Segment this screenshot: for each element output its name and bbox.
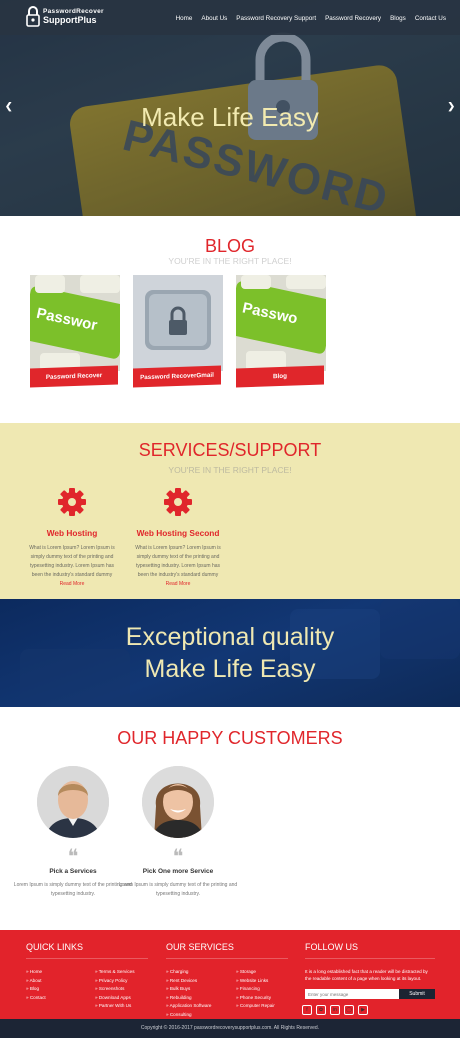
service-description: What is Lorem Ipsum? Lorem Ipsum is simp… — [29, 545, 115, 578]
our-services-heading: OUR SERVICES — [166, 942, 234, 952]
banner-background — [20, 599, 460, 707]
service-title: Web Hosting Second — [136, 528, 220, 538]
newsletter-input[interactable] — [305, 989, 399, 999]
blog-card-image: Passwo — [236, 275, 326, 371]
footer-link[interactable]: Home — [26, 968, 46, 977]
gear-icon — [58, 488, 86, 516]
nav-home[interactable]: Home — [176, 15, 193, 22]
quick-links-list-2: Terms & Services Privacy Policy Screensh… — [95, 968, 135, 1011]
footer-link[interactable]: Phone Security — [236, 994, 275, 1003]
footer-link[interactable]: Computer Repair — [236, 1002, 275, 1011]
blog-title: BLOG — [204, 236, 256, 256]
footer-link[interactable]: Terms & Services — [95, 968, 135, 977]
site-logo[interactable]: PasswordRecover SupportPlus — [26, 4, 104, 28]
blog-subtitle: YOU'RE IN THE RIGHT PLACE! — [168, 256, 292, 266]
blog-card-label: Blog — [236, 365, 324, 388]
newsletter-submit-button[interactable]: Submit — [399, 989, 435, 999]
main-nav: Home About Us Password Recovery Support … — [176, 15, 446, 22]
quick-links-list: Home About Blog Contact — [26, 968, 46, 1002]
hero-title: Make Life Easy — [141, 102, 319, 132]
footer-link[interactable]: Bulk Buys — [166, 985, 211, 994]
nav-contact-us[interactable]: Contact Us — [415, 15, 446, 22]
customer-item: ❝ Pick One more Service Lorem Ipsum is s… — [118, 766, 238, 899]
customer-text: Lorem Ipsum is simply dummy text of the … — [118, 882, 238, 897]
customer-avatar — [37, 766, 109, 838]
youtube-icon[interactable]: ▶ — [358, 1005, 368, 1015]
service-title: Web Hosting — [46, 528, 98, 538]
blog-card[interactable]: Passwo Blog — [236, 275, 326, 395]
quality-line1: Exceptional quality — [125, 623, 335, 651]
footer-link[interactable]: Charging — [166, 968, 211, 977]
footer-link[interactable]: Rebuilding — [166, 994, 211, 1003]
chevron-right-icon[interactable]: ❯ — [447, 101, 455, 112]
footer-link[interactable]: Privacy Policy — [95, 977, 135, 986]
quote-icon: ❝ — [67, 844, 79, 868]
services-title: SERVICES/SUPPORT — [138, 440, 322, 460]
footer-link[interactable]: Download Apps — [95, 994, 135, 1003]
customers-title: OUR HAPPY CUSTOMERS — [117, 728, 343, 748]
site-footer: QUICK LINKS Home About Blog Contact Term… — [0, 930, 460, 1019]
footer-link[interactable]: Contact — [26, 994, 46, 1003]
divider — [305, 958, 435, 959]
read-more-link[interactable]: Read More — [166, 581, 191, 587]
quality-banner: Exceptional quality Make Life Easy — [0, 599, 460, 707]
blog-card[interactable]: Passwor Password Recover — [30, 275, 120, 395]
service-item: Web Hosting What is Lorem Ipsum? Lorem I… — [27, 487, 117, 589]
quote-icon: ❝ — [172, 844, 184, 868]
service-item: Web Hosting Second What is Lorem Ipsum? … — [133, 487, 223, 589]
nav-blogs[interactable]: Blogs — [390, 15, 406, 22]
customer-title: Pick a Services — [49, 868, 97, 875]
follow-us-heading: FOLLOW US — [305, 942, 359, 952]
pinterest-icon[interactable]: ◯ — [344, 1005, 354, 1015]
blog-card-image: Passwor — [30, 275, 120, 371]
gear-icon — [164, 488, 192, 516]
logo-lock-icon — [26, 6, 40, 27]
service-description: What is Lorem Ipsum? Lorem Ipsum is simp… — [135, 545, 221, 578]
services-list-2: Storage Website Links Financing Phone Se… — [236, 968, 275, 1011]
chevron-left-icon[interactable]: ❮ — [5, 101, 13, 112]
site-header: PasswordRecover SupportPlus Home About U… — [0, 0, 460, 35]
footer-link[interactable]: Screenshots — [95, 985, 135, 994]
services-section: SERVICES/SUPPORT YOU'RE IN THE RIGHT PLA… — [0, 423, 460, 599]
blog-card-label: Password Recover — [30, 365, 118, 388]
customer-title: Pick One more Service — [142, 868, 214, 875]
footer-link[interactable]: Website Links — [236, 977, 275, 986]
footer-link[interactable]: Application Software — [166, 1002, 212, 1011]
footer-link[interactable]: Partner With Us — [95, 1002, 135, 1011]
customer-item: ❝ Pick a Services Lorem Ipsum is simply … — [13, 766, 133, 899]
customer-text: Lorem Ipsum is simply dummy text of the … — [13, 882, 133, 897]
service-text: What is Lorem Ipsum? Lorem Ipsum is simp… — [27, 544, 117, 589]
logo-line2: SupportPlus — [43, 15, 97, 25]
nav-password-recovery[interactable]: Password Recovery — [325, 15, 381, 22]
footer-link[interactable]: Storage — [236, 968, 275, 977]
quick-links-heading: QUICK LINKS — [26, 942, 84, 952]
follow-text: It is a long established fact that a rea… — [305, 969, 428, 981]
footer-link[interactable]: Rent Devices — [166, 977, 211, 986]
blog-card-label: Password RecoverGmail — [133, 365, 221, 388]
divider — [166, 958, 288, 959]
blog-card[interactable]: Password RecoverGmail — [133, 275, 223, 395]
footer-link[interactable]: Financing — [236, 985, 275, 994]
services-subtitle: YOU'RE IN THE RIGHT PLACE! — [168, 465, 292, 475]
nav-password-recovery-support[interactable]: Password Recovery Support — [236, 15, 316, 22]
quality-line2: Make Life Easy — [144, 655, 316, 683]
blog-card-image — [133, 275, 223, 371]
services-list: Charging Rent Devices Bulk Buys Rebuildi… — [166, 968, 212, 1020]
twitter-icon[interactable]: ✿ — [316, 1005, 326, 1015]
footer-link[interactable]: Blog — [26, 985, 46, 994]
facebook-icon[interactable]: f — [302, 1005, 312, 1015]
footer-link[interactable]: About — [26, 977, 46, 986]
copyright: Copyright © 2016-2017 passwordrecoverysu… — [0, 1019, 460, 1038]
nav-about-us[interactable]: About Us — [201, 15, 227, 22]
service-text: What is Lorem Ipsum? Lorem Ipsum is simp… — [133, 544, 223, 589]
customer-avatar — [142, 766, 214, 838]
read-more-link[interactable]: Read More — [60, 581, 85, 587]
social-links: f ✿ in ◯ ▶ — [302, 1005, 368, 1015]
linkedin-icon[interactable]: in — [330, 1005, 340, 1015]
divider — [26, 958, 148, 959]
